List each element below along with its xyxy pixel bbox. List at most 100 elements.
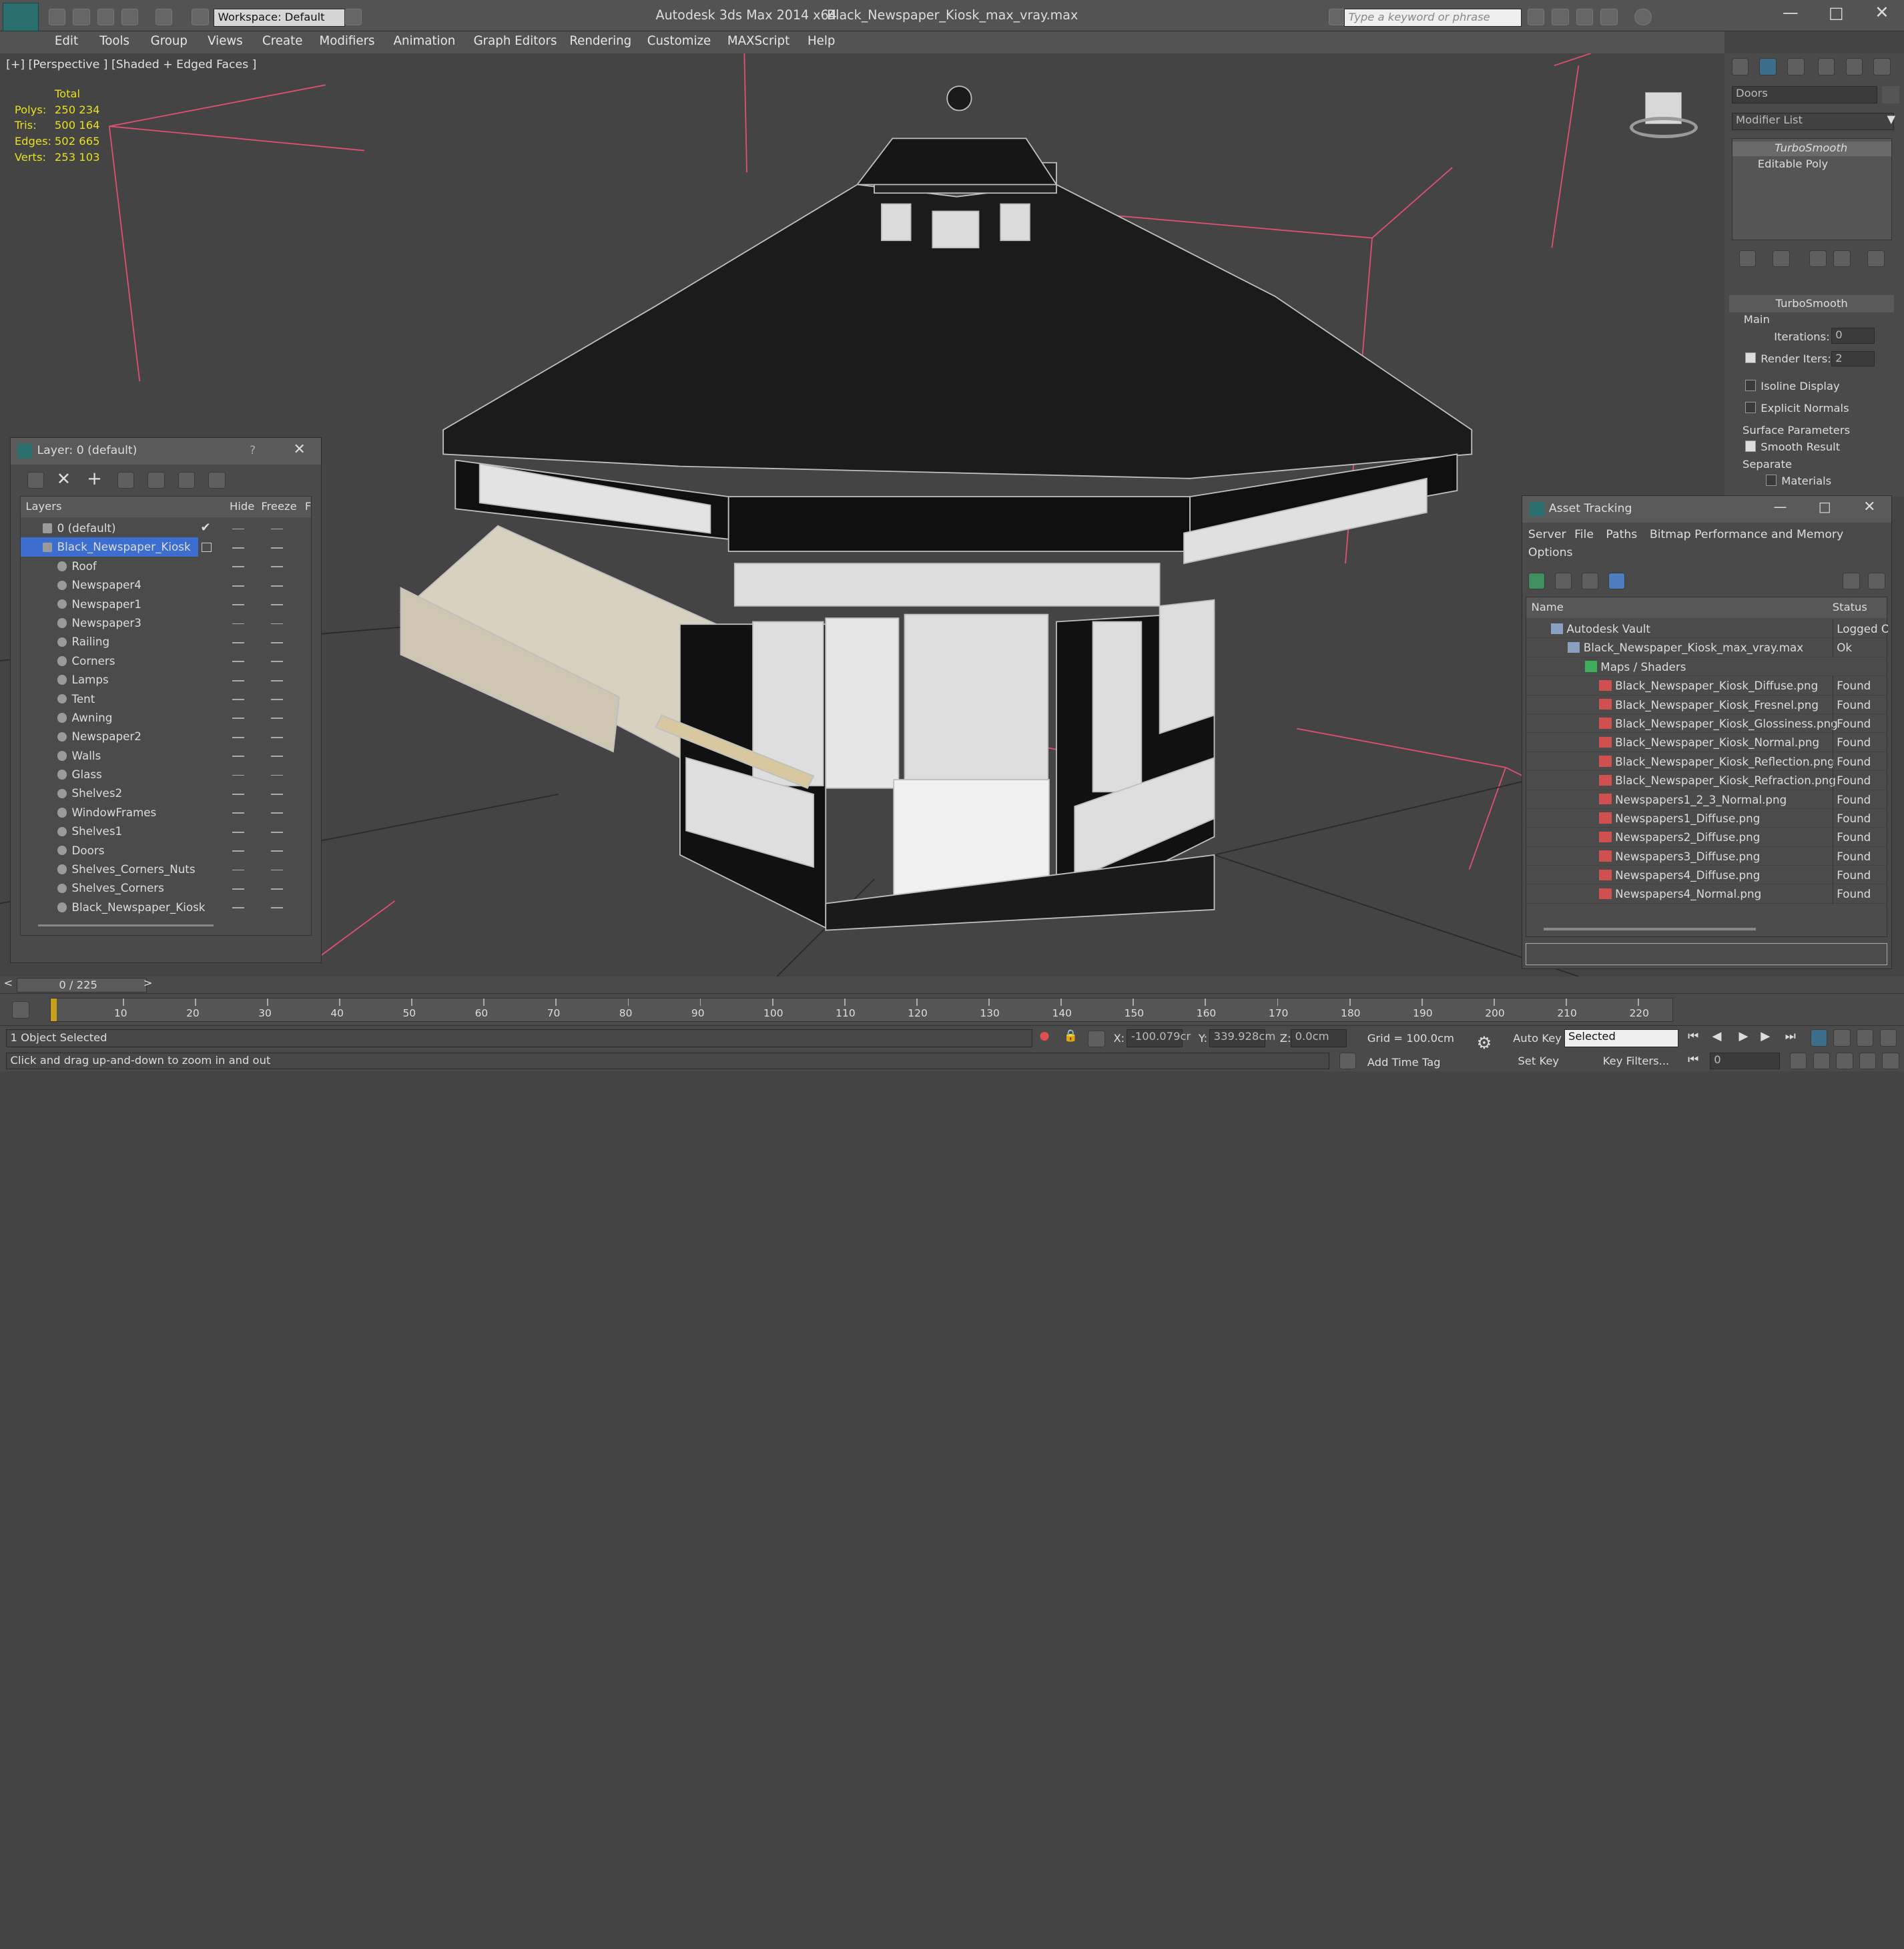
freeze-toggle[interactable] bbox=[270, 736, 284, 738]
subscription-icon[interactable] bbox=[1552, 8, 1569, 26]
project-icon[interactable] bbox=[192, 8, 209, 26]
menu-item[interactable]: Modifiers bbox=[320, 34, 375, 48]
layer-row[interactable]: Roof bbox=[21, 557, 311, 575]
z-coordinate-field[interactable]: 0.0cm bbox=[1291, 1029, 1347, 1048]
lock-selection-icon[interactable]: 🔒 bbox=[1064, 1029, 1078, 1043]
menu-item[interactable]: Tools bbox=[99, 34, 129, 48]
menu-item[interactable]: Graph Editors bbox=[474, 34, 557, 48]
asset-close-icon[interactable]: ✕ bbox=[1863, 499, 1875, 515]
freeze-toggle[interactable] bbox=[270, 907, 284, 909]
stack-item-editable-poly[interactable]: Editable Poly bbox=[1732, 158, 1891, 172]
layer-row[interactable]: Shelves2 bbox=[21, 784, 311, 802]
layer-row[interactable]: Shelves_Corners_Nuts bbox=[21, 860, 311, 878]
render-iters-spinner[interactable]: 2 bbox=[1831, 350, 1875, 367]
modifier-list-chevron-down-icon[interactable]: ▼ bbox=[1887, 113, 1896, 125]
hide-toggle[interactable] bbox=[232, 736, 244, 738]
show-end-result-icon[interactable] bbox=[1773, 250, 1790, 268]
hide-toggle[interactable] bbox=[232, 831, 244, 833]
rollout-header[interactable]: TurboSmooth bbox=[1728, 295, 1895, 312]
select-objects-icon[interactable] bbox=[117, 471, 135, 489]
pin-stack-icon[interactable] bbox=[1738, 250, 1756, 268]
go-to-start-icon[interactable]: ⏮ bbox=[1688, 1029, 1698, 1043]
layer-panel-close-icon[interactable]: ✕ bbox=[293, 441, 305, 458]
hide-toggle[interactable] bbox=[232, 756, 244, 758]
isoline-display-checkbox[interactable] bbox=[1744, 380, 1756, 391]
freeze-toggle[interactable] bbox=[270, 641, 284, 643]
explicit-normals-checkbox[interactable] bbox=[1744, 402, 1756, 413]
hide-toggle[interactable] bbox=[232, 547, 244, 549]
field-of-view-icon[interactable] bbox=[1813, 1052, 1830, 1070]
asset-row[interactable]: Black_Newspaper_Kiosk_Fresnel.png Found bbox=[1526, 695, 1887, 715]
delete-layer-icon[interactable]: ✕ bbox=[57, 469, 71, 489]
communication-icon[interactable] bbox=[1576, 8, 1594, 26]
freeze-toggle[interactable] bbox=[270, 661, 284, 663]
asset-row[interactable]: Newspapers2_Diffuse.png Found bbox=[1526, 828, 1887, 847]
column-status[interactable]: Status bbox=[1833, 597, 1867, 618]
menu-item[interactable]: Rendering bbox=[569, 34, 631, 48]
layer-row[interactable]: Shelves1 bbox=[21, 822, 311, 840]
time-slider-thumb[interactable]: 0 / 225 bbox=[17, 977, 147, 993]
asset-minimize-icon[interactable]: — bbox=[1773, 499, 1787, 515]
column-freeze[interactable]: Freeze bbox=[261, 497, 296, 517]
next-frame-icon[interactable]: ▶ bbox=[1761, 1029, 1770, 1043]
asset-menu-server[interactable]: Server bbox=[1528, 528, 1566, 541]
undo-icon[interactable] bbox=[121, 8, 139, 26]
star-icon[interactable] bbox=[1600, 8, 1618, 26]
freeze-toggle[interactable] bbox=[270, 756, 284, 758]
hide-toggle[interactable] bbox=[232, 641, 244, 643]
asset-path-field[interactable] bbox=[1526, 942, 1888, 965]
current-layer-checkmark-icon[interactable]: ✔ bbox=[200, 519, 210, 537]
isolate-selection-icon[interactable]: ● bbox=[1039, 1029, 1049, 1043]
app-logo[interactable] bbox=[2, 2, 39, 32]
freeze-toggle[interactable] bbox=[270, 794, 284, 795]
hide-toggle[interactable] bbox=[232, 623, 244, 625]
asset-row[interactable]: Newspapers1_Diffuse.png Found bbox=[1526, 808, 1887, 828]
layer-row[interactable]: Newspaper3 bbox=[21, 613, 311, 632]
hide-toggle[interactable] bbox=[232, 774, 244, 776]
layer-row[interactable]: Black_Newspaper_Kiosk bbox=[21, 898, 311, 916]
time-config-icon[interactable] bbox=[1789, 1052, 1807, 1070]
add-time-tag-label[interactable]: Add Time Tag bbox=[1367, 1056, 1441, 1069]
asset-menu-paths[interactable]: Paths bbox=[1606, 528, 1637, 541]
hide-toggle[interactable] bbox=[232, 718, 244, 720]
column-f[interactable]: F bbox=[305, 497, 311, 517]
hide-toggle[interactable] bbox=[232, 888, 244, 890]
asset-help-icon[interactable] bbox=[1868, 572, 1885, 590]
freeze-toggle[interactable] bbox=[270, 831, 284, 833]
freeze-toggle[interactable] bbox=[270, 888, 284, 890]
layer-row[interactable]: Tent bbox=[21, 689, 311, 708]
hide-toggle[interactable] bbox=[232, 794, 244, 795]
layer-row[interactable]: Shelves_Corners bbox=[21, 878, 311, 897]
hide-toggle[interactable] bbox=[232, 585, 244, 587]
hide-toggle[interactable] bbox=[232, 528, 244, 530]
play-icon[interactable]: ▶ bbox=[1739, 1029, 1749, 1043]
layer-row[interactable]: 0 (default) ✔ bbox=[21, 519, 311, 537]
hide-toggle[interactable] bbox=[232, 679, 244, 681]
table-view-icon[interactable] bbox=[1608, 572, 1626, 590]
highlight-layer-icon[interactable] bbox=[147, 471, 165, 489]
freeze-toggle[interactable] bbox=[270, 718, 284, 720]
freeze-toggle[interactable] bbox=[270, 528, 284, 530]
asset-menu-options[interactable]: Options bbox=[1528, 546, 1573, 559]
viewcube-icon[interactable] bbox=[1627, 87, 1700, 144]
layer-row[interactable]: Newspaper1 bbox=[21, 595, 311, 613]
previous-frame-icon[interactable]: ◀ bbox=[1712, 1029, 1721, 1043]
add-time-tag-icon[interactable] bbox=[1339, 1052, 1357, 1070]
modifier-list-dropdown[interactable]: Modifier List bbox=[1731, 113, 1895, 130]
freeze-toggle[interactable] bbox=[270, 585, 284, 587]
new-file-icon[interactable] bbox=[48, 8, 66, 26]
search-expand-icon[interactable] bbox=[1328, 8, 1345, 26]
set-key-button[interactable]: Set Key bbox=[1518, 1055, 1559, 1067]
asset-row[interactable]: Newspapers4_Diffuse.png Found bbox=[1526, 866, 1887, 885]
menu-item[interactable]: Help bbox=[808, 34, 835, 48]
configure-sets-icon[interactable] bbox=[1867, 250, 1885, 268]
track-bar[interactable]: 10 20 30 40 50 60 70 80 90 100 110 120 130 140 150 160 1… bbox=[0, 993, 1904, 1025]
smooth-result-checkbox[interactable] bbox=[1744, 441, 1756, 452]
zoom-extents-all-icon[interactable] bbox=[1879, 1029, 1897, 1047]
workspace-dropdown[interactable]: Workspace: Default bbox=[214, 8, 345, 27]
hide-toggle[interactable] bbox=[232, 699, 244, 700]
time-slider-prev-icon[interactable]: < bbox=[3, 977, 13, 989]
asset-maximize-icon[interactable]: □ bbox=[1819, 499, 1831, 515]
hide-toggle[interactable] bbox=[232, 661, 244, 663]
hide-all-icon[interactable] bbox=[178, 471, 196, 489]
